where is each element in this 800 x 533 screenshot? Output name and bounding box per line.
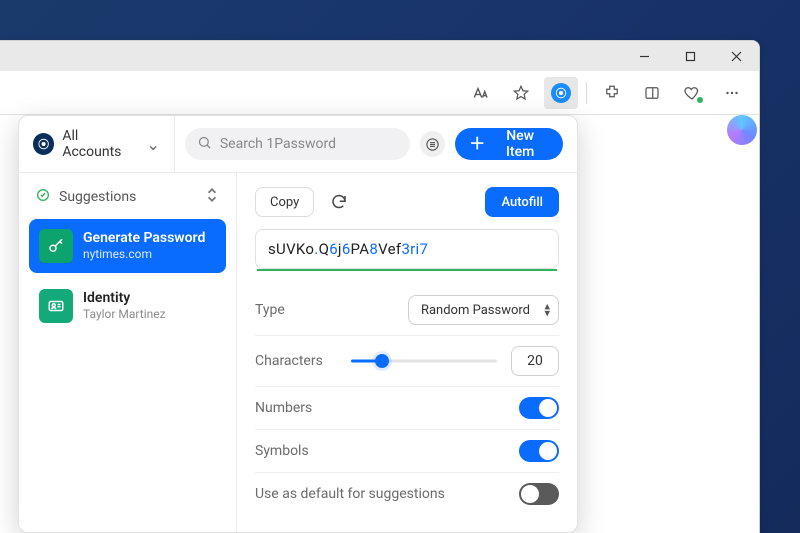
row-symbols: Symbols (255, 429, 559, 472)
extensions-icon[interactable] (595, 77, 629, 109)
sidebar-item-generate-password[interactable]: Generate Password nytimes.com (29, 219, 226, 273)
sidebar-section-label: Suggestions (59, 189, 136, 205)
search-icon (197, 135, 212, 154)
password-segment: 3ri7 (401, 240, 428, 258)
browser-toolbar: ⦿ (0, 71, 759, 115)
close-button[interactable] (713, 41, 759, 71)
settings-gear-icon[interactable] (420, 131, 445, 157)
sidebar-item-subtitle: Taylor Martinez (83, 307, 166, 321)
row-type: Type Random Password ▴▾ (255, 285, 559, 335)
row-characters: Characters 20 (255, 335, 559, 386)
new-item-label: New Item (491, 128, 549, 160)
password-strength-bar (257, 269, 557, 271)
toggle-knob-icon (521, 485, 539, 503)
chevron-down-icon: ⌄ (146, 135, 159, 154)
onepassword-popup: ⦿ All Accounts ⌄ ＋ New Item (18, 115, 578, 533)
generated-password[interactable]: sUVKo.Q6j6PA8Vef3ri7 (255, 229, 559, 269)
identity-card-icon (39, 289, 73, 323)
sidebar: Suggestions Generate Password nytimes.co… (19, 173, 237, 532)
sidebar-item-title: Identity (83, 290, 166, 307)
autofill-button[interactable]: Autofill (485, 187, 559, 217)
password-segment: 6 (329, 240, 338, 258)
type-select[interactable]: Random Password ▴▾ (408, 295, 559, 325)
password-segment: Q (319, 240, 330, 258)
detail-panel: Copy Autofill sUVKo.Q6j6PA8Vef3ri7 Type … (237, 173, 577, 532)
sidebar-item-title: Generate Password (83, 230, 205, 247)
sidebar-item-identity[interactable]: Identity Taylor Martinez (29, 279, 226, 333)
sidepanel-icon[interactable] (635, 77, 669, 109)
account-label: All Accounts (62, 128, 138, 160)
account-picker[interactable]: ⦿ All Accounts ⌄ (33, 116, 175, 172)
row-numbers: Numbers (255, 386, 559, 429)
search-input[interactable] (220, 136, 398, 152)
status-dot-icon (696, 96, 704, 104)
type-select-value: Random Password (421, 303, 530, 318)
detail-actions: Copy Autofill (255, 187, 559, 217)
search-field[interactable] (185, 128, 410, 160)
slider-thumb-icon[interactable] (375, 354, 389, 368)
password-segment: sUVKo (268, 240, 314, 258)
browser-window: ⦿ ⦿ All Accounts ⌄ ＋ Ne (0, 40, 760, 533)
use-default-label: Use as default for suggestions (255, 486, 519, 502)
row-use-default: Use as default for suggestions (255, 472, 559, 515)
onepassword-logo-icon: ⦿ (33, 133, 54, 155)
characters-slider[interactable] (351, 351, 497, 371)
symbols-toggle[interactable] (519, 440, 559, 462)
password-segment: 6 (342, 240, 351, 258)
type-label: Type (255, 302, 351, 318)
password-segment: Vef (378, 240, 401, 258)
toolbar-separator (586, 82, 587, 104)
popup-body: Suggestions Generate Password nytimes.co… (19, 172, 577, 532)
new-item-button[interactable]: ＋ New Item (455, 128, 563, 160)
more-menu-icon[interactable] (715, 77, 749, 109)
suggestions-icon (35, 187, 51, 207)
toggle-knob-icon (539, 399, 557, 417)
sidebar-item-subtitle: nytimes.com (83, 247, 205, 261)
copy-password-button[interactable]: Copy (255, 187, 314, 217)
minimize-button[interactable] (621, 41, 667, 71)
password-segment: 8 (369, 240, 378, 258)
password-segment: PA (351, 240, 370, 258)
copilot-icon[interactable] (727, 115, 757, 145)
toggle-knob-icon (539, 442, 557, 460)
numbers-label: Numbers (255, 400, 351, 416)
characters-value[interactable]: 20 (511, 346, 559, 376)
symbols-label: Symbols (255, 443, 351, 459)
favorite-star-icon[interactable] (504, 77, 538, 109)
characters-label: Characters (255, 353, 351, 369)
select-updown-icon: ▴▾ (544, 303, 550, 316)
plus-icon: ＋ (469, 136, 485, 152)
sidebar-section-suggestions[interactable]: Suggestions (29, 181, 226, 213)
use-default-toggle[interactable] (519, 483, 559, 505)
onepassword-extension-icon[interactable]: ⦿ (544, 77, 578, 109)
popup-header: ⦿ All Accounts ⌄ ＋ New Item (19, 116, 577, 172)
text-size-icon[interactable] (464, 77, 498, 109)
regenerate-button[interactable] (324, 187, 354, 217)
favorites-heart-icon[interactable] (675, 77, 709, 109)
maximize-button[interactable] (667, 41, 713, 71)
key-icon (39, 229, 73, 263)
numbers-toggle[interactable] (519, 397, 559, 419)
window-controls (621, 41, 759, 71)
sort-updown-icon[interactable] (204, 187, 220, 207)
